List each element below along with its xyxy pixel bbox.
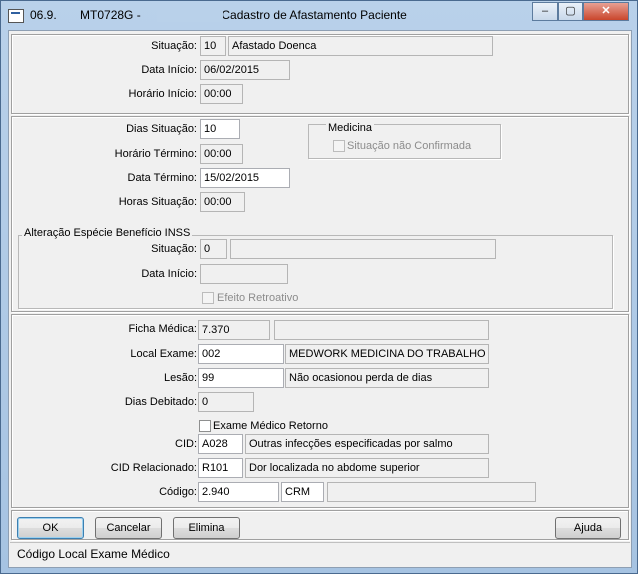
efeito-retroativo-checkbox[interactable] — [202, 292, 214, 304]
data-termino-label: Data Término: — [127, 172, 198, 184]
minimize-button[interactable]: – — [532, 2, 558, 21]
situacao-nao-confirmada-checkbox[interactable] — [333, 140, 345, 152]
inss-title: Alteração Espécie Benefício INSS — [22, 227, 193, 239]
exame-medico-retorno-label: Exame Médico Retorno — [213, 420, 328, 432]
situacao-desc-field: Afastado Doenca — [228, 36, 493, 56]
lesao-label: Lesão: — [163, 372, 197, 384]
cid-relacionado-desc-field: Dor localizada no abdome superior — [245, 458, 489, 478]
data-termino-input[interactable]: 15/02/2015 — [200, 168, 290, 188]
data-inicio-field: 06/02/2015 — [200, 60, 290, 80]
elimina-button[interactable]: Elimina — [173, 517, 240, 539]
main-window: 06.9. MT0728G - - Cadastro de Afastament… — [0, 0, 638, 574]
inss-situacao-label: Situação: — [151, 243, 197, 255]
data-inicio-label: Data Início: — [141, 64, 197, 76]
situacao-nao-confirmada-label: Situação não Confirmada — [347, 140, 472, 152]
dias-debitado-field: 0 — [198, 392, 254, 412]
lesao-input[interactable]: 99 — [198, 368, 284, 388]
maximize-button[interactable]: ▢ — [558, 2, 583, 21]
efeito-retroativo-label: Efeito Retroativo — [217, 292, 299, 304]
cid-desc-field: Outras infecções especificadas por salmo — [245, 434, 489, 454]
crm-input[interactable]: CRM — [281, 482, 324, 502]
codigo-label: Código: — [159, 486, 197, 498]
crm-desc-field — [327, 482, 536, 502]
lesao-desc-field: Não ocasionou perda de dias — [285, 368, 489, 388]
local-exame-input[interactable]: 002 — [198, 344, 284, 364]
local-exame-desc-field: MEDWORK MEDICINA DO TRABALHO — [285, 344, 489, 364]
horario-termino-label: Horário Término: — [114, 148, 197, 160]
dialog-client-area: Situação: 10 Afastado Doenca Data Início… — [8, 30, 632, 568]
horario-inicio-field: 00:00 — [200, 84, 243, 104]
ficha-medica-label: Ficha Médica: — [128, 323, 197, 335]
status-bar: Código Local Exame Médico — [10, 542, 630, 566]
dias-situacao-label: Dias Situação: — [126, 123, 197, 135]
situacao-code-field: 10 — [200, 36, 226, 56]
close-button[interactable]: ✕ — [583, 2, 629, 21]
horario-termino-field: 00:00 — [200, 144, 243, 164]
inss-data-inicio-field — [200, 264, 288, 284]
situacao-label: Situação: — [151, 40, 197, 52]
ok-button[interactable]: OK — [17, 517, 84, 539]
ajuda-button[interactable]: Ajuda — [555, 517, 621, 539]
medicina-title: Medicina — [326, 122, 375, 134]
ficha-medica-field: 7.370 — [198, 320, 270, 340]
cid-input[interactable]: A028 — [198, 434, 243, 454]
cid-relacionado-input[interactable]: R101 — [198, 458, 243, 478]
local-exame-label: Local Exame: — [130, 348, 197, 360]
horas-situacao-field: 00:00 — [200, 192, 245, 212]
ficha-medica-desc-field — [274, 320, 489, 340]
inss-data-inicio-label: Data Início: — [141, 268, 197, 280]
dias-situacao-input[interactable]: 10 — [200, 119, 240, 139]
title-bar[interactable]: 06.9. MT0728G - - Cadastro de Afastament… — [1, 1, 637, 29]
inss-situacao-desc-field — [230, 239, 496, 259]
horario-inicio-label: Horário Início: — [128, 88, 197, 100]
horas-situacao-label: Horas Situação: — [118, 196, 197, 208]
app-icon[interactable] — [8, 9, 24, 23]
redacted-title-part — [157, 10, 223, 22]
cancelar-button[interactable]: Cancelar — [95, 517, 162, 539]
inss-situacao-code-field: 0 — [200, 239, 227, 259]
codigo-input[interactable]: 2.940 — [198, 482, 279, 502]
cid-label: CID: — [175, 438, 197, 450]
dias-debitado-label: Dias Debitado: — [124, 396, 197, 408]
cid-relacionado-label: CID Relacionado: — [110, 462, 197, 474]
exame-medico-retorno-checkbox[interactable] — [199, 420, 211, 432]
